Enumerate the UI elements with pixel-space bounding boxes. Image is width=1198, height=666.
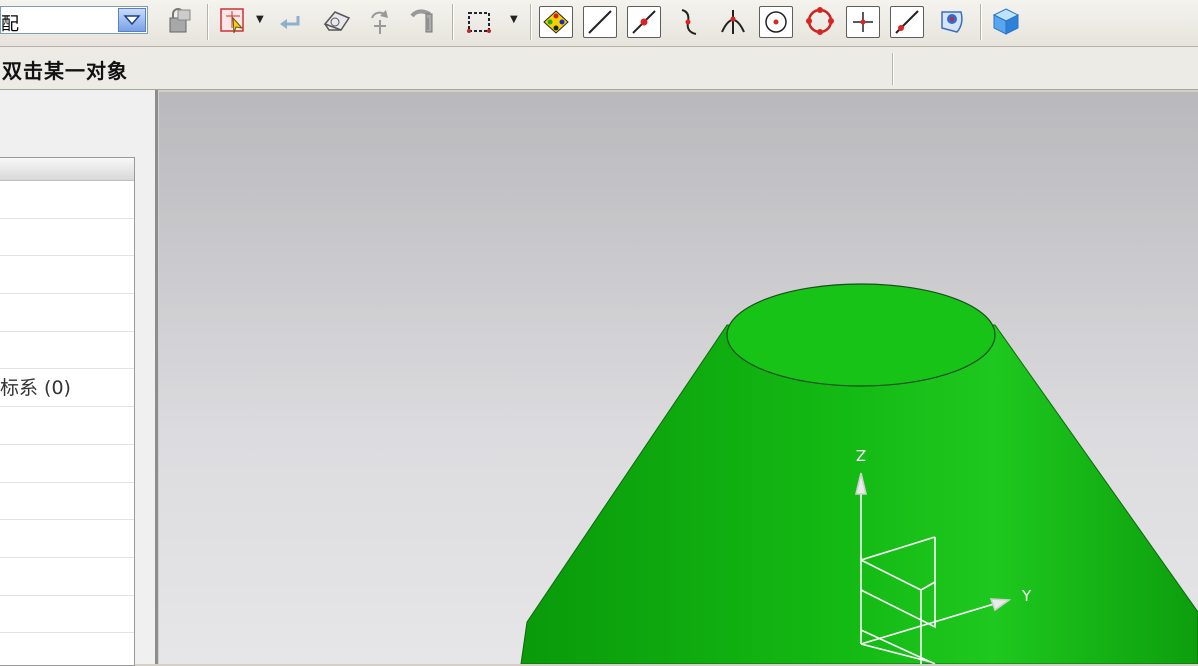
toolbar-separator	[207, 4, 208, 40]
status-divider	[892, 53, 893, 85]
tree-row-coordinate-system[interactable]: 标系 (0)	[0, 369, 134, 408]
tree-row[interactable]	[0, 445, 134, 483]
eraser-icon[interactable]	[320, 4, 354, 38]
quadrant-icon[interactable]	[803, 4, 837, 38]
tree-row[interactable]	[0, 520, 134, 558]
tree-row[interactable]	[0, 596, 134, 634]
crosshair-icon[interactable]	[846, 6, 880, 38]
tree-row[interactable]	[0, 332, 134, 370]
lock-icon[interactable]	[162, 4, 196, 38]
tree-row[interactable]	[0, 219, 134, 257]
selection-filter-dropdown[interactable]: 配	[0, 6, 148, 35]
curve-icon[interactable]	[672, 4, 706, 38]
chevron-down-icon[interactable]	[118, 8, 146, 32]
frustum-top-face[interactable]	[726, 283, 996, 387]
tree-row[interactable]	[0, 483, 134, 521]
magnet-icon[interactable]	[406, 4, 440, 38]
tree-row[interactable]	[0, 294, 134, 332]
undo-icon[interactable]	[274, 4, 308, 38]
prompt-bar: 双击某一对象	[0, 47, 1198, 90]
tree-row[interactable]	[0, 558, 134, 596]
tree-row[interactable]	[0, 181, 134, 219]
z-axis-label: Z	[856, 446, 866, 464]
circle-center-icon[interactable]	[759, 6, 793, 38]
model-canvas[interactable]: Z Y	[159, 92, 1198, 664]
select-all-icon[interactable]	[539, 6, 573, 38]
cube-icon[interactable]	[989, 4, 1023, 38]
toolbar-separator	[980, 4, 981, 40]
dropdown-arrow-icon[interactable]: ▼	[510, 14, 518, 25]
point-on-line-icon[interactable]	[627, 6, 661, 38]
toolbar-separator	[452, 4, 453, 40]
graphics-viewport[interactable]: Z Y	[159, 92, 1198, 664]
tree-column-header[interactable]	[0, 158, 134, 181]
line-icon[interactable]	[583, 6, 617, 38]
tree-row[interactable]	[0, 256, 134, 295]
tree-row[interactable]	[0, 407, 134, 445]
y-axis-label: Y	[1021, 587, 1032, 605]
part-navigator-tree[interactable]: 标系 (0)	[0, 157, 135, 666]
intersection-icon[interactable]	[716, 4, 750, 38]
prompt-text: 双击某一对象	[2, 59, 128, 83]
part-navigator-panel: 标系 (0)	[0, 90, 158, 666]
tangent-icon[interactable]	[890, 6, 924, 38]
snap-select-icon[interactable]	[216, 4, 250, 38]
rectangle-select-icon[interactable]	[462, 4, 496, 38]
toolbar-separator	[530, 4, 531, 40]
selection-filter-value: 配	[1, 14, 19, 35]
face-icon[interactable]	[935, 4, 969, 38]
main-toolbar: 配 ▼ ▼	[0, 0, 1198, 47]
rotate-icon[interactable]	[362, 4, 396, 38]
dropdown-arrow-icon[interactable]: ▼	[256, 14, 264, 25]
